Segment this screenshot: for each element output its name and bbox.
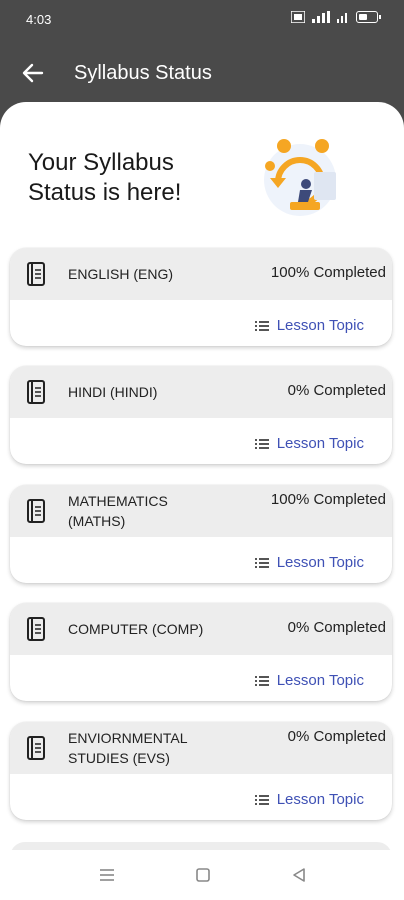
subject-card: MATHEMATICS (MATHS) 100% Completed Lesso…: [10, 485, 392, 583]
subject-card: HINDI (HINDI) 0% Completed Lesson Topic: [10, 366, 392, 464]
home-nav-icon[interactable]: [192, 864, 214, 886]
back-arrow-icon[interactable]: [20, 60, 46, 86]
status-bar: 4:03: [0, 0, 404, 40]
list-icon: [254, 557, 269, 568]
signal-icon: [312, 11, 330, 23]
lesson-topic-label: Lesson Topic: [276, 672, 364, 689]
completion-status: 100% Completed: [270, 264, 386, 281]
subject-name: ENVIORNMENTAL STUDIES (EVS): [68, 730, 188, 766]
book-icon: [27, 617, 45, 641]
list-icon: [254, 794, 269, 805]
signal-icon-2: [337, 13, 347, 23]
completion-status: 0% Completed: [287, 619, 386, 636]
subject-name: ENGLISH (ENG): [68, 266, 174, 282]
app-bar: Syllabus Status: [0, 44, 404, 102]
book-icon: [27, 262, 45, 286]
list-icon: [254, 675, 269, 686]
lesson-topic-link[interactable]: Lesson Topic: [254, 317, 364, 334]
lesson-topic-label: Lesson Topic: [276, 435, 364, 452]
list-icon: [254, 438, 269, 449]
subject-card-header: ENVIORNMENTAL STUDIES (EVS) 0% Completed: [10, 722, 392, 774]
lesson-topic-label: Lesson Topic: [276, 554, 364, 571]
subject-card-header: ENGLISH (ENG) 100% Completed: [10, 248, 392, 300]
study-illustration-icon: [264, 139, 336, 216]
lesson-topic-link[interactable]: Lesson Topic: [254, 554, 364, 571]
completion-status: 0% Completed: [287, 728, 386, 745]
subject-name: MATHEMATICS (MATHS): [68, 493, 168, 529]
subject-name: COMPUTER (COMP): [68, 621, 204, 637]
status-icons: [291, 11, 381, 23]
hero-title: Your Syllabus Status is here!: [28, 149, 182, 206]
subject-card: ENVIORNMENTAL STUDIES (EVS) 0% Completed…: [10, 722, 392, 820]
back-nav-icon[interactable]: [288, 864, 310, 886]
content-sheet: Your Syllabus Status is here! ENGLISH (E…: [0, 102, 404, 850]
book-icon: [27, 499, 45, 523]
menu-nav-icon[interactable]: [96, 864, 118, 886]
hero-section: Your Syllabus Status is here!: [0, 102, 404, 242]
lesson-topic-link[interactable]: Lesson Topic: [254, 435, 364, 452]
data-icon: [291, 11, 305, 23]
subject-card-header: HINDI (HINDI) 0% Completed: [10, 366, 392, 418]
system-nav-bar: [0, 850, 404, 900]
page-title: Syllabus Status: [74, 62, 212, 84]
completion-status: 100% Completed: [270, 491, 386, 508]
next-subject-card-peek: [10, 842, 392, 850]
list-icon: [254, 320, 269, 331]
lesson-topic-link[interactable]: Lesson Topic: [254, 672, 364, 689]
subject-card: COMPUTER (COMP) 0% Completed Lesson Topi…: [10, 603, 392, 701]
subject-name: HINDI (HINDI): [68, 384, 158, 400]
lesson-topic-label: Lesson Topic: [276, 317, 364, 334]
subject-card-header: COMPUTER (COMP) 0% Completed: [10, 603, 392, 655]
completion-status: 0% Completed: [287, 382, 386, 399]
lesson-topic-link[interactable]: Lesson Topic: [254, 791, 364, 808]
book-icon: [27, 380, 45, 404]
lesson-topic-label: Lesson Topic: [276, 791, 364, 808]
battery-icon: [356, 11, 381, 23]
subject-card: ENGLISH (ENG) 100% Completed Lesson Topi…: [10, 248, 392, 346]
subject-card-header: MATHEMATICS (MATHS) 100% Completed: [10, 485, 392, 537]
status-time: 4:03: [26, 12, 52, 27]
book-icon: [27, 736, 45, 760]
